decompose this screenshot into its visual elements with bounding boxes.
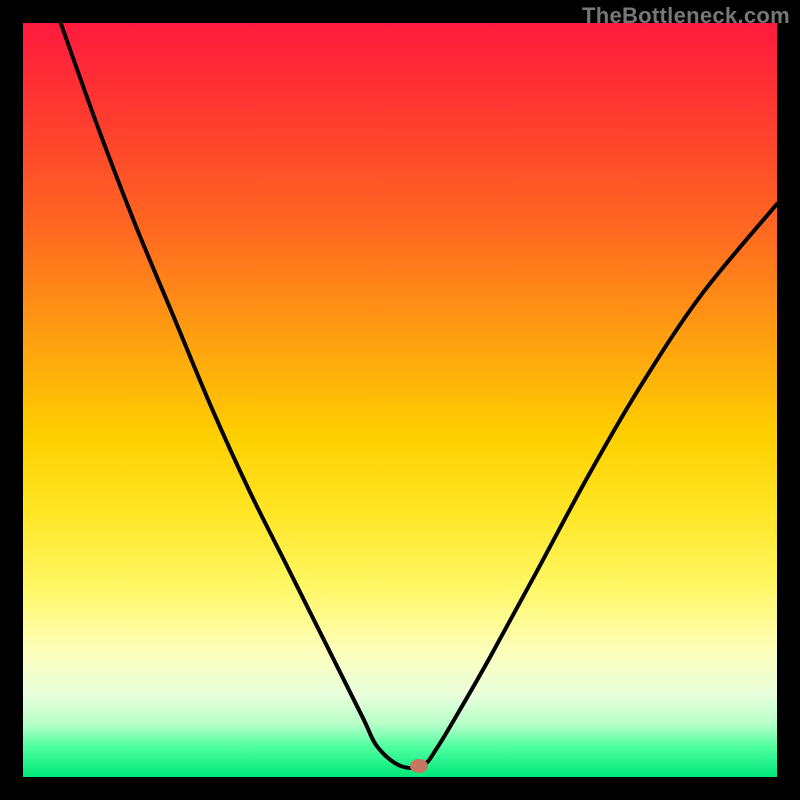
plot-area xyxy=(23,23,777,777)
chart-frame: TheBottleneck.com xyxy=(0,0,800,800)
watermark-text: TheBottleneck.com xyxy=(582,3,790,29)
optimal-point-marker xyxy=(410,759,428,773)
bottleneck-curve xyxy=(23,23,777,777)
